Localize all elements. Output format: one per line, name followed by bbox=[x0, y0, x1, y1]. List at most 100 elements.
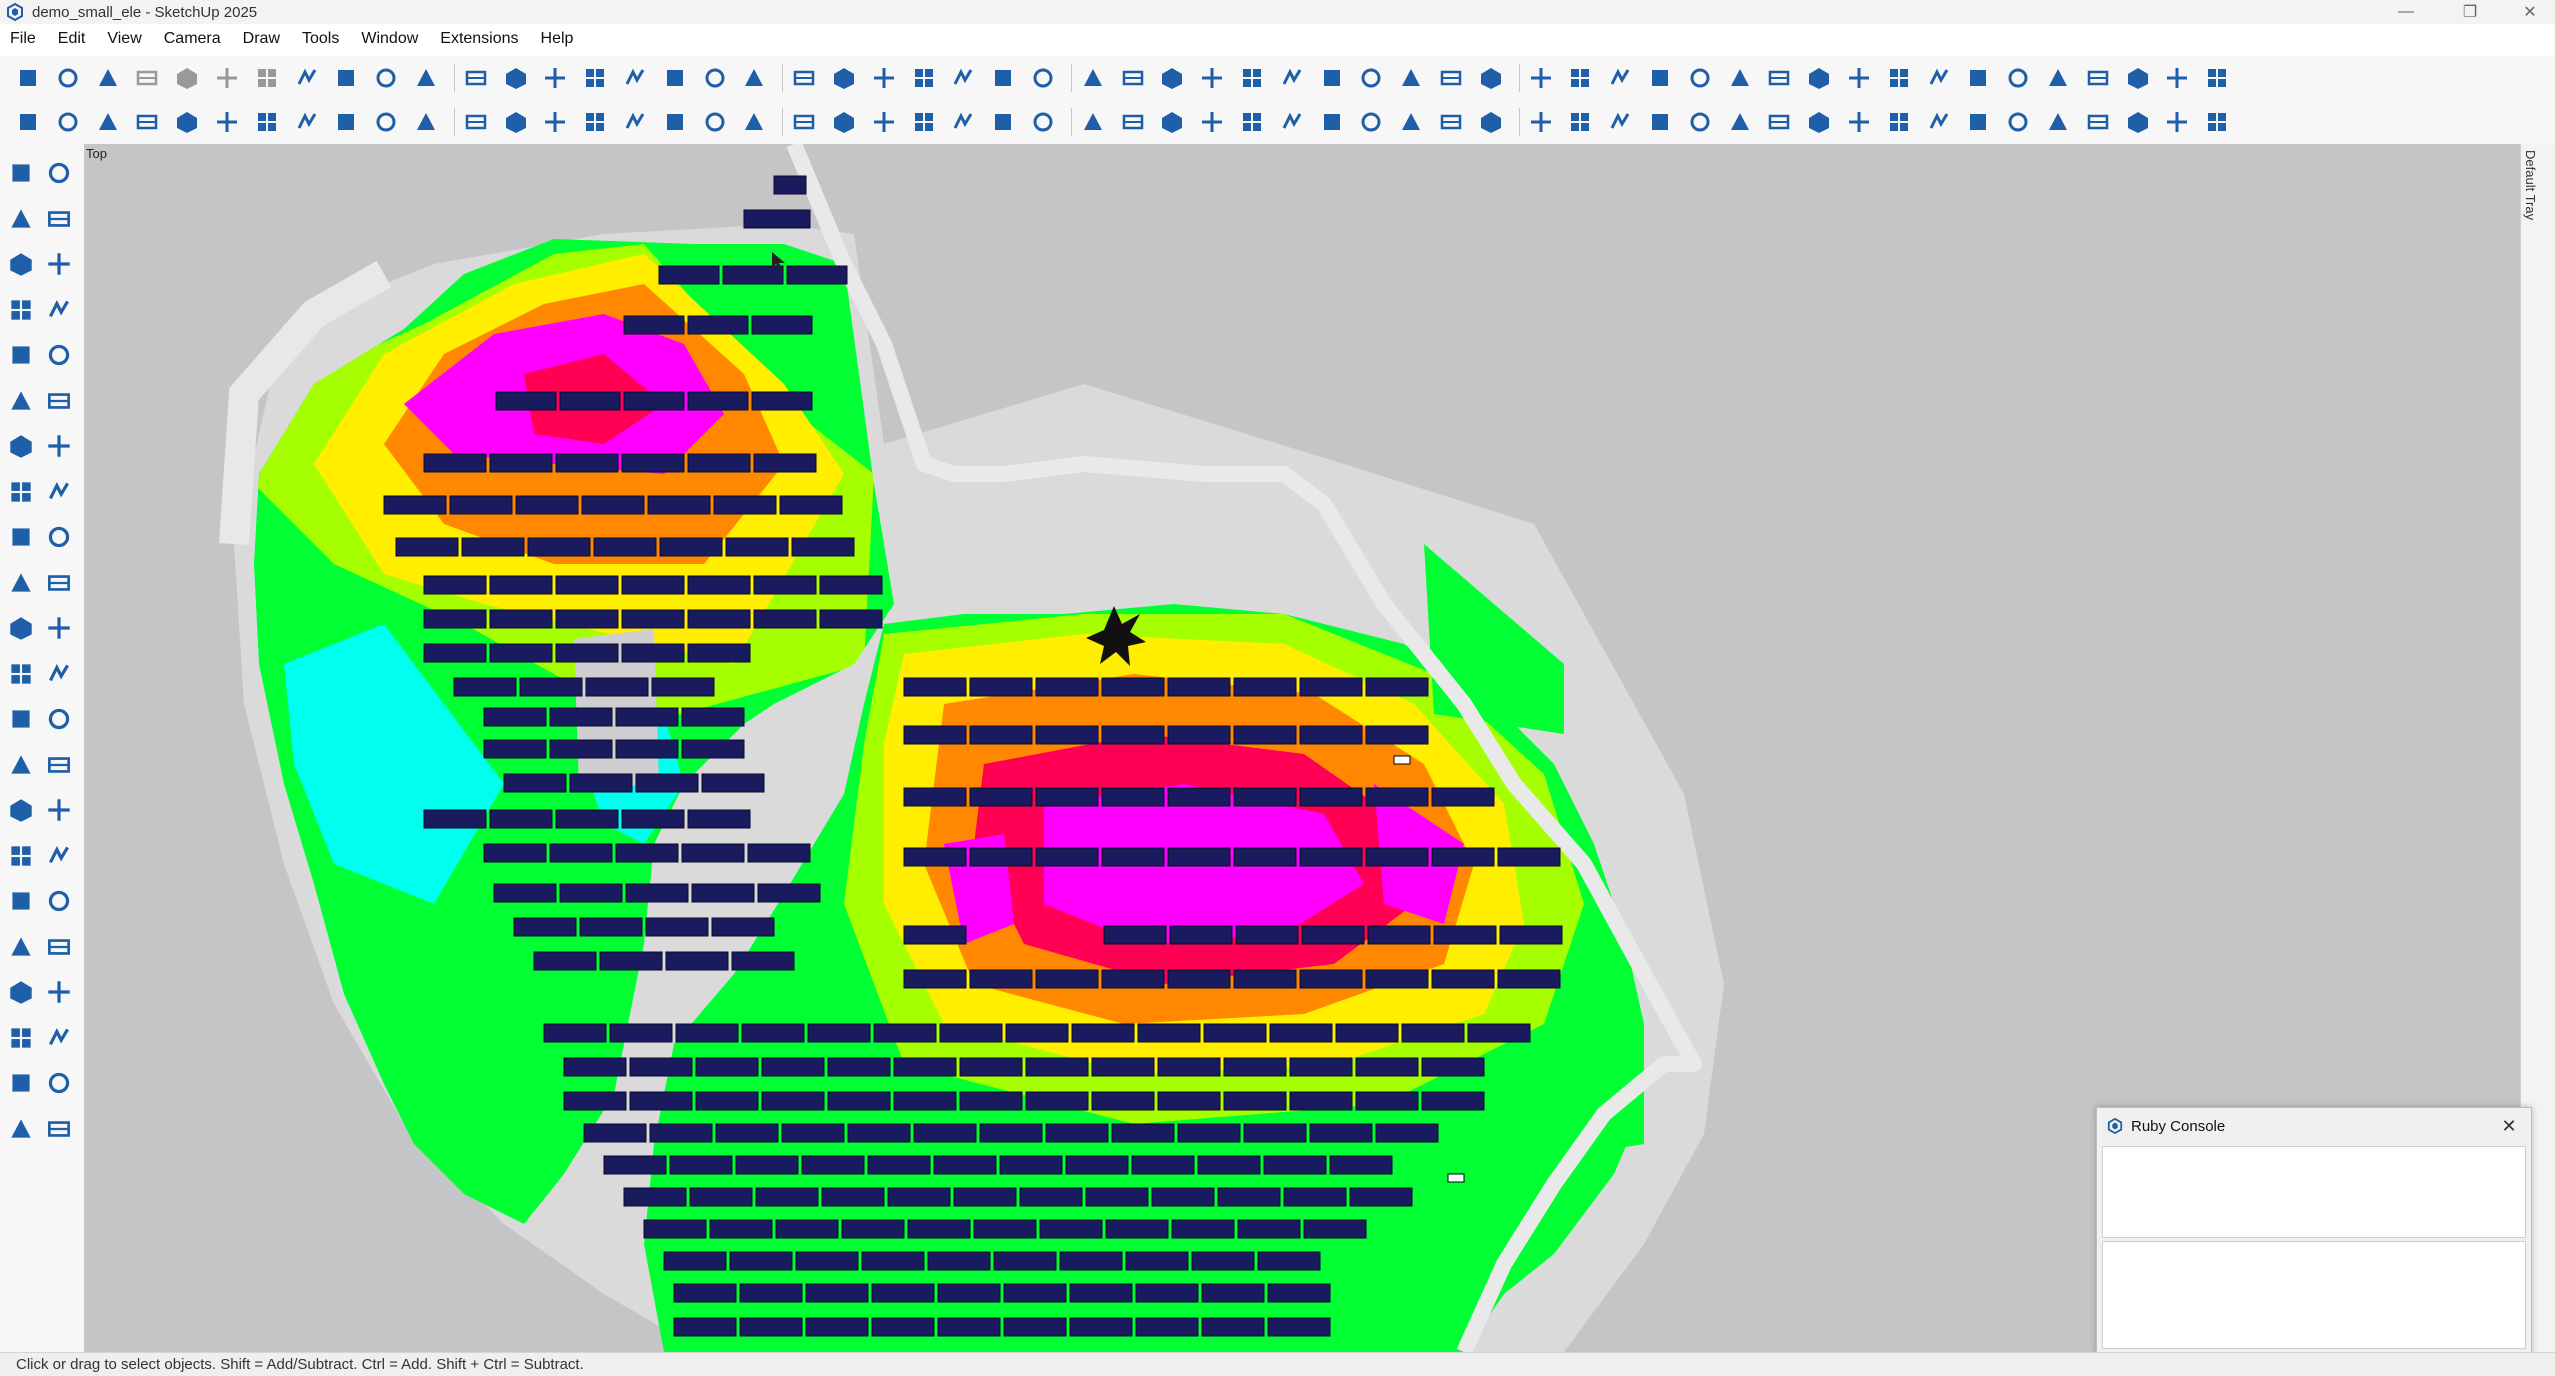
pv-panel[interactable] bbox=[519, 677, 583, 697]
paint-bucket-icon[interactable] bbox=[6, 204, 36, 234]
hide-icon[interactable] bbox=[1437, 64, 1465, 92]
pv-panel[interactable] bbox=[1467, 1023, 1531, 1043]
pv-panel[interactable] bbox=[893, 1057, 957, 1077]
terrain-icon[interactable] bbox=[1477, 64, 1505, 92]
sphere-icon[interactable] bbox=[1477, 108, 1505, 136]
pv-panel[interactable] bbox=[615, 707, 679, 727]
pv-panel[interactable] bbox=[739, 1317, 803, 1337]
dimension-tool-icon[interactable] bbox=[44, 704, 74, 734]
pv-panel[interactable] bbox=[819, 609, 883, 629]
pv-panel[interactable] bbox=[873, 1023, 937, 1043]
pv-panel[interactable] bbox=[1069, 1283, 1133, 1303]
pv-panel[interactable] bbox=[555, 609, 619, 629]
pv-panel[interactable] bbox=[821, 1187, 885, 1207]
pv-panel[interactable] bbox=[1167, 677, 1231, 697]
inverter-marker[interactable] bbox=[1447, 1173, 1465, 1183]
pv-panel[interactable] bbox=[1125, 1251, 1189, 1271]
pv-panel[interactable] bbox=[623, 315, 685, 335]
pv-panel[interactable] bbox=[827, 1057, 891, 1077]
pv-panel[interactable] bbox=[753, 609, 817, 629]
pv-panel[interactable] bbox=[1045, 1123, 1109, 1143]
pv-panel[interactable] bbox=[1085, 1187, 1149, 1207]
pv-panel[interactable] bbox=[959, 1091, 1023, 1111]
back-edges-style-icon[interactable] bbox=[790, 64, 818, 92]
panel-icon[interactable] bbox=[1964, 64, 1992, 92]
pv-panel[interactable] bbox=[1169, 925, 1233, 945]
pv-panel[interactable] bbox=[1177, 1123, 1241, 1143]
pv-panel[interactable] bbox=[1365, 725, 1429, 745]
pv-panel[interactable] bbox=[669, 1155, 733, 1175]
pv-panel[interactable] bbox=[731, 951, 795, 971]
bottom-view-icon[interactable] bbox=[701, 64, 729, 92]
shadow-spark-icon[interactable] bbox=[541, 108, 569, 136]
cloud-upload-icon[interactable] bbox=[1845, 108, 1873, 136]
pv-panel[interactable] bbox=[621, 809, 685, 829]
module-icon[interactable] bbox=[661, 108, 689, 136]
rotated-rectangle-icon[interactable] bbox=[44, 340, 74, 370]
pv-panel[interactable] bbox=[969, 677, 1033, 697]
pv-panel[interactable] bbox=[503, 773, 567, 793]
pv-panel[interactable] bbox=[773, 175, 807, 195]
pv-panel[interactable] bbox=[1269, 1023, 1333, 1043]
pv-panel[interactable] bbox=[1003, 1283, 1067, 1303]
pv-panel[interactable] bbox=[687, 315, 749, 335]
zoom-target-icon[interactable] bbox=[740, 108, 768, 136]
pv-panel[interactable] bbox=[711, 917, 775, 937]
skew-panel-icon[interactable] bbox=[293, 108, 321, 136]
pv-panel[interactable] bbox=[757, 883, 821, 903]
pv-panel[interactable] bbox=[887, 1187, 951, 1207]
pv-panel[interactable] bbox=[625, 883, 689, 903]
pv-panel[interactable] bbox=[555, 453, 619, 473]
eraser-icon[interactable] bbox=[44, 204, 74, 234]
pv-panel[interactable] bbox=[1217, 1187, 1281, 1207]
pv-panel[interactable] bbox=[747, 843, 811, 863]
new-file-icon[interactable] bbox=[14, 64, 42, 92]
layers-icon[interactable] bbox=[6, 1114, 36, 1144]
angle-icon[interactable] bbox=[1566, 64, 1594, 92]
protractor-icon[interactable] bbox=[44, 659, 74, 689]
delete-icon[interactable] bbox=[253, 64, 281, 92]
dropbox-icon[interactable] bbox=[1437, 108, 1465, 136]
spiral-icon[interactable] bbox=[701, 108, 729, 136]
previous-view-icon[interactable] bbox=[44, 932, 74, 962]
pv-panel[interactable] bbox=[621, 643, 685, 663]
pv-panel[interactable] bbox=[579, 917, 643, 937]
pv-panel[interactable] bbox=[1035, 969, 1099, 989]
pv-panel[interactable] bbox=[1433, 925, 1497, 945]
percent-icon[interactable] bbox=[462, 108, 490, 136]
pv-panel[interactable] bbox=[907, 1219, 971, 1239]
pv-panel[interactable] bbox=[903, 847, 967, 867]
pv-panel[interactable] bbox=[621, 453, 685, 473]
terrain-mesh-icon[interactable] bbox=[173, 108, 201, 136]
layer-x-icon[interactable] bbox=[44, 1068, 74, 1098]
help-icon[interactable] bbox=[1805, 108, 1833, 136]
play-icon[interactable] bbox=[2044, 108, 2072, 136]
tree-icon[interactable] bbox=[1198, 108, 1226, 136]
pv-panel[interactable] bbox=[1233, 969, 1297, 989]
pv-panel[interactable] bbox=[1035, 677, 1099, 697]
pv-panel[interactable] bbox=[549, 843, 613, 863]
pv-panel[interactable] bbox=[969, 787, 1033, 807]
pv-panel[interactable] bbox=[933, 1155, 997, 1175]
ruby-console-close-button[interactable]: ✕ bbox=[2497, 1114, 2521, 1138]
flat-panel-icon[interactable] bbox=[372, 108, 400, 136]
ruby-console-input[interactable] bbox=[2102, 1241, 2526, 1349]
pv-panel[interactable] bbox=[687, 575, 751, 595]
axes-icon[interactable] bbox=[6, 659, 36, 689]
pv-panel[interactable] bbox=[1499, 925, 1563, 945]
pv-panel[interactable] bbox=[903, 787, 967, 807]
pv-panel[interactable] bbox=[1309, 1123, 1373, 1143]
pv-panel[interactable] bbox=[735, 1155, 799, 1175]
view-cone-icon[interactable] bbox=[44, 1023, 74, 1053]
snowflake-icon[interactable] bbox=[2004, 64, 2032, 92]
pv-panel[interactable] bbox=[1233, 677, 1297, 697]
pv-panel[interactable] bbox=[1101, 677, 1165, 697]
pv-panel[interactable] bbox=[1019, 1187, 1083, 1207]
close-window-button[interactable]: ✕ bbox=[2508, 0, 2552, 24]
pv-panel[interactable] bbox=[1303, 1219, 1367, 1239]
pv-panel[interactable] bbox=[969, 725, 1033, 745]
lock-icon[interactable] bbox=[1765, 64, 1793, 92]
image-icon[interactable] bbox=[1238, 108, 1266, 136]
three-point-arc-icon[interactable] bbox=[44, 477, 74, 507]
pv-panel[interactable] bbox=[609, 1023, 673, 1043]
